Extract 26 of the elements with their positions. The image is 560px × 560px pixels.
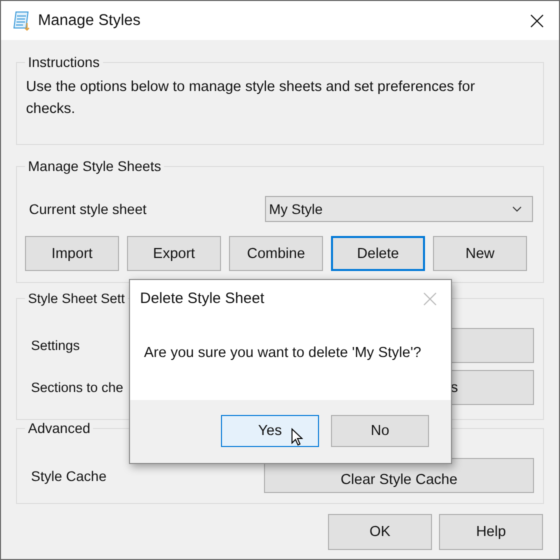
dialog-message: Are you sure you want to delete 'My Style'? [144,345,422,361]
sheet-button[interactable]: Import [25,236,119,271]
window-title: Manage Styles [38,12,142,30]
field-label: Sections to che [31,380,124,395]
chevron-down-icon [512,206,522,212]
style-sheet-dropdown[interactable]: My Style [265,196,533,222]
sheet-button[interactable]: New [433,236,527,271]
dialog-button[interactable]: OK [328,514,432,550]
field-label: Style Cache [30,468,106,484]
dialog-button[interactable]: Yes [221,415,319,447]
group-legend: Advanced [25,420,94,436]
close-icon[interactable] [530,14,544,28]
sheet-button[interactable]: Delete [331,236,425,271]
dialog-button[interactable]: Help [439,514,543,550]
instructions-text: Use the options below to manage style sheets and set preferences for checks. [26,78,476,119]
group-legend: Manage Style Sheets [25,158,164,174]
dialog-title: Delete Style Sheet [140,290,264,307]
group-legend: Instructions [25,54,103,70]
group-legend: Style Sheet Sett [25,291,128,306]
pointer-icon [291,428,303,446]
field-label: Settings [31,338,80,353]
field-label: Current style sheet [29,201,146,217]
document-icon [13,10,31,30]
dialog-button[interactable]: No [331,415,429,447]
sheet-button[interactable]: Combine [229,236,323,271]
sheet-button[interactable]: Export [127,236,221,271]
